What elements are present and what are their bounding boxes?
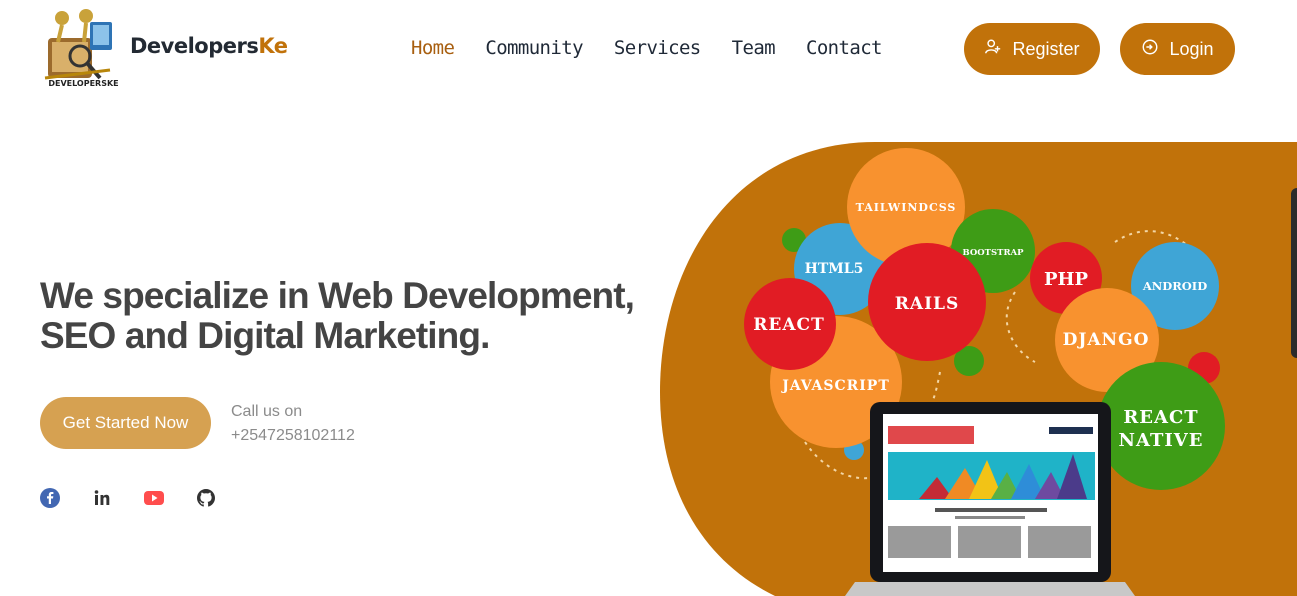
bubble-label-html5: HTML5 xyxy=(805,261,864,277)
brand-name-part2: Ke xyxy=(258,34,288,58)
facebook-icon[interactable] xyxy=(40,488,60,508)
bubble-label-android: ANDROID xyxy=(1142,279,1207,293)
nav-item-services[interactable]: Services xyxy=(614,36,701,60)
bubble-label-react: REACT xyxy=(753,315,824,335)
developerske-logo[interactable] xyxy=(40,8,120,90)
bubble-label-rails: RAILS xyxy=(895,294,960,314)
bubble-label-react-native-1: REACT xyxy=(1123,407,1198,428)
bubble-label-php: PHP xyxy=(1044,269,1089,290)
nav-item-contact[interactable]: Contact xyxy=(806,36,882,60)
call-label: Call us on xyxy=(231,403,303,420)
bubble-label-tailwindcss: TAILWINDCSS xyxy=(856,201,957,214)
brand-name[interactable]: DevelopersKe xyxy=(130,34,288,58)
login-icon xyxy=(1141,38,1159,61)
bubble-label-django: DJANGO xyxy=(1063,330,1150,350)
brand-name-part1: Developers xyxy=(130,34,259,58)
user-plus-icon xyxy=(984,38,1002,61)
phone-number[interactable]: +2547258102112 xyxy=(231,424,355,448)
side-scroll-handle[interactable] xyxy=(1291,188,1297,358)
bubble-label-javascript: JAVASCRIPT xyxy=(780,378,890,394)
linkedin-icon[interactable] xyxy=(92,488,112,508)
login-button[interactable]: Login xyxy=(1120,23,1235,75)
nav-item-home[interactable]: Home xyxy=(411,36,455,60)
bubble-label-bootstrap: BOOTSTRAP xyxy=(963,248,1025,258)
login-label: Login xyxy=(1169,38,1214,59)
get-started-button[interactable]: Get Started Now xyxy=(40,397,211,449)
bubble-label-react-native-2: NATIVE xyxy=(1119,430,1204,451)
register-label: Register xyxy=(1012,38,1080,59)
social-links xyxy=(40,488,216,508)
hero-headline: We specialize in Web Development, SEO an… xyxy=(40,276,640,356)
youtube-icon[interactable] xyxy=(144,488,164,508)
hero-headline-line2: SEO and Digital Marketing. xyxy=(40,315,490,356)
github-icon[interactable] xyxy=(196,488,216,508)
call-info: Call us on +2547258102112 xyxy=(231,400,355,448)
hero-illustration: TAILWINDCSS BOOTSTRAP HTML5 RAILS PHP AN… xyxy=(655,142,1297,596)
register-button[interactable]: Register xyxy=(964,23,1100,75)
logo-caption: DEVELOPERSKE xyxy=(48,79,119,88)
main-nav: Home Community Services Team Contact xyxy=(411,36,913,60)
nav-item-team[interactable]: Team xyxy=(732,36,776,60)
site-header: DEVELOPERSKE DevelopersKe Home Community… xyxy=(0,0,1297,100)
nav-item-community[interactable]: Community xyxy=(485,36,583,60)
hero-headline-line1: We specialize in Web Development, xyxy=(40,275,635,316)
laptop-illustration xyxy=(845,402,1135,596)
